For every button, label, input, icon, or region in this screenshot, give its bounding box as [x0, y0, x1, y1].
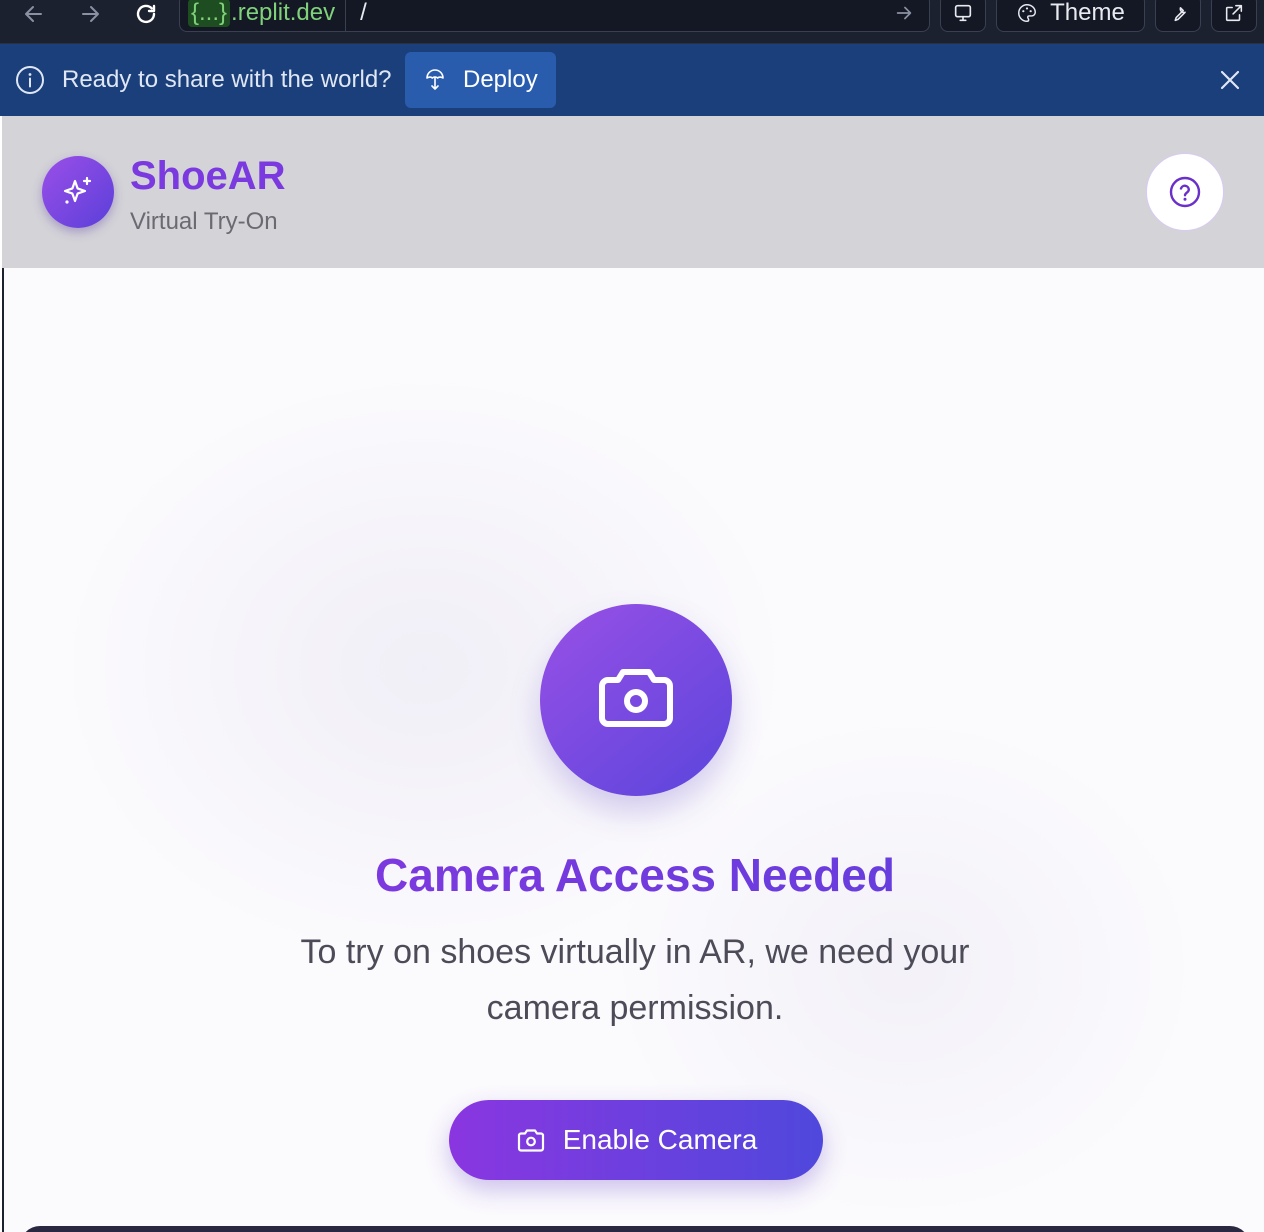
close-icon[interactable] — [1216, 66, 1244, 94]
page-title: Camera Access Needed — [4, 848, 1264, 902]
banner-message: Ready to share with the world? — [62, 66, 392, 93]
permission-description: To try on shoes virtually in AR, we need… — [300, 933, 970, 1027]
theme-button[interactable]: Theme — [996, 0, 1145, 32]
reload-button[interactable] — [128, 0, 164, 28]
bottom-panel-edge — [20, 1226, 1250, 1232]
external-link-icon — [1225, 4, 1243, 22]
camera-icon — [599, 669, 673, 727]
help-button[interactable] — [1146, 153, 1224, 231]
enable-camera-label: Enable Camera — [562, 1124, 758, 1155]
camera-permission-panel: Camera Access Needed To try on shoes vir… — [2, 268, 1264, 1232]
brand-subtitle: Virtual Try-On — [130, 208, 278, 235]
theme-label: Theme — [1050, 0, 1125, 26]
go-arrow-icon — [896, 6, 912, 20]
camera-icon — [517, 1129, 544, 1152]
back-button[interactable] — [16, 0, 52, 28]
info-icon — [16, 66, 44, 94]
brand-name: ShoeAR — [130, 154, 286, 198]
enable-camera-button[interactable]: Enable Camera — [449, 1100, 823, 1180]
devices-button[interactable] — [940, 0, 986, 32]
app-header: ShoeAR Virtual Try-On — [2, 116, 1264, 268]
deploy-icon — [426, 69, 444, 90]
url-path[interactable]: / — [346, 0, 889, 27]
monitor-icon — [954, 4, 972, 22]
url-bar[interactable]: {...} .replit.dev / — [179, 0, 930, 32]
deploy-label: Deploy — [463, 66, 538, 93]
camera-illustration — [540, 604, 732, 796]
deploy-button[interactable]: Deploy — [405, 52, 556, 108]
url-domain: {...} .replit.dev — [180, 0, 347, 31]
palette-icon — [1018, 4, 1037, 22]
go-button[interactable] — [889, 2, 919, 24]
reload-icon — [136, 4, 156, 24]
help-icon — [1169, 176, 1201, 208]
url-prefix: {...} — [188, 0, 231, 27]
deploy-banner: Ready to share with the world? Deploy — [0, 44, 1264, 116]
browser-toolbar: {...} .replit.dev / Theme — [0, 0, 1264, 44]
forward-button[interactable] — [72, 0, 108, 28]
forward-arrow-icon — [82, 6, 99, 22]
open-external-button[interactable] — [1211, 0, 1257, 32]
url-domain-text: .replit.dev — [231, 0, 336, 26]
back-arrow-icon — [25, 6, 42, 22]
sparkles-icon — [63, 176, 92, 204]
wrench-icon — [1174, 6, 1186, 22]
app-logo — [42, 156, 114, 228]
tools-button[interactable] — [1155, 0, 1201, 32]
